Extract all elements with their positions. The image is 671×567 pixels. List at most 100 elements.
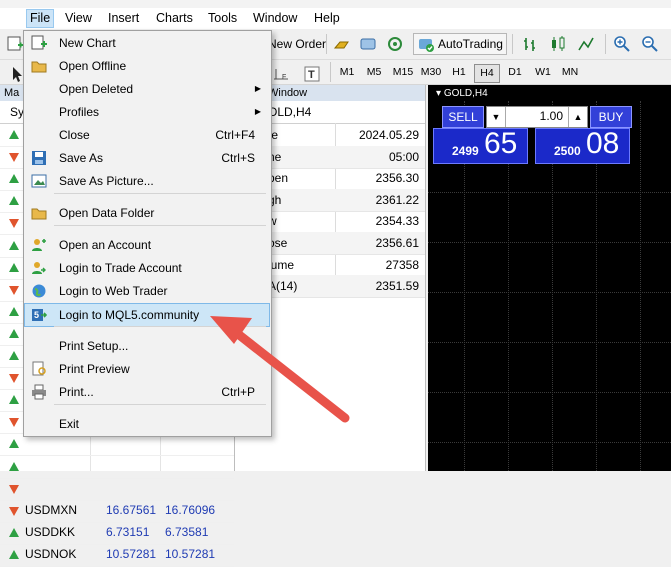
menu-item-login-to-trade-account[interactable]: Login to Trade Account [25, 257, 269, 279]
gold-bars-button[interactable] [333, 33, 351, 55]
menu-item-profiles[interactable]: Profiles ▶ [25, 101, 269, 123]
market-watch-row[interactable] [0, 478, 234, 501]
menu-item-exit[interactable]: Exit [25, 413, 269, 435]
lot-size-value[interactable]: 1.00 [540, 109, 563, 123]
chart-window[interactable]: ▾ GOLD,H4 SELL ▼ 1.00 ▲ BUY 2499 65 2500… [428, 85, 671, 471]
timeframe-m1[interactable]: M1 [335, 64, 359, 81]
symbol-cell: USDMXN [25, 502, 78, 517]
toolbar-separator [605, 34, 606, 54]
line-chart-button[interactable] [577, 33, 595, 55]
submenu-arrow-icon: ▶ [254, 84, 261, 93]
timeframe-h1[interactable]: H1 [447, 64, 471, 81]
menu-tools[interactable]: Tools [205, 10, 240, 27]
menu-item-shortcut: Ctrl+S [221, 151, 255, 165]
menu-item-login-to-web-trader[interactable]: Login to Web Trader [25, 280, 269, 302]
market-watch-row[interactable]: USDDKK 6.73151 6.73581 [0, 522, 234, 545]
data-window-title-text: Window [268, 87, 308, 99]
menu-item-label: Open Offline [59, 59, 127, 73]
lot-size-field[interactable]: ▼ 1.00 ▲ [486, 106, 588, 128]
price-down-icon [9, 418, 19, 428]
symbol-column-header[interactable]: Sy [10, 105, 24, 119]
data-window-label: A(14) [268, 279, 298, 294]
mql5-icon: 5 [32, 309, 47, 321]
autotrading-icon [419, 39, 434, 52]
menu-item-label: Print Preview [59, 362, 130, 376]
price-up-icon [9, 351, 19, 360]
market-watch-row[interactable]: USDNOK 10.57281 10.57281 [0, 544, 234, 567]
menu-item-open-an-account[interactable]: Open an Account [25, 234, 269, 256]
menu-item-close[interactable]: Close Ctrl+F4 [25, 124, 269, 146]
market-watch-row[interactable] [0, 456, 234, 479]
zoom-in-button[interactable] [613, 33, 631, 55]
timeframe-h4[interactable]: H4 [474, 64, 500, 83]
menu-item-open-deleted[interactable]: Open Deleted ▶ [25, 78, 269, 100]
timeframe-mn[interactable]: MN [558, 64, 582, 81]
market-button[interactable] [359, 33, 377, 55]
menu-item-save-as-picture[interactable]: Save As Picture... [25, 170, 269, 192]
new-order-button[interactable]: New Order [268, 33, 326, 55]
new-chart-toolbar-button[interactable] [6, 33, 24, 55]
buy-button[interactable]: BUY [590, 106, 632, 128]
data-window-value: 27358 [385, 257, 419, 272]
ask-quote[interactable]: 2500 08 [535, 127, 630, 164]
market-watch-row[interactable]: USDMXN 16.67561 16.76096 [0, 500, 234, 523]
symbol-cell: USDNOK [25, 546, 77, 561]
timeframe-d1[interactable]: D1 [503, 64, 527, 81]
timeframe-m5[interactable]: M5 [362, 64, 386, 81]
line-chart-icon [578, 37, 594, 51]
ask-price-prefix: 2500 [554, 144, 581, 158]
menu-item-print-setup[interactable]: Print Setup... [25, 335, 269, 357]
menu-separator [54, 326, 266, 327]
sell-button[interactable]: SELL [442, 106, 484, 128]
submenu-arrow-icon: ▶ [254, 107, 261, 116]
bid-quote[interactable]: 2499 65 [433, 127, 528, 164]
timeframe-m15[interactable]: M15 [391, 64, 415, 81]
zoom-in-icon [614, 36, 630, 52]
menu-item-label: Print... [59, 385, 94, 399]
menu-item-label: Login to Trade Account [59, 261, 182, 275]
menu-separator [54, 193, 266, 194]
price-up-icon [9, 549, 19, 559]
menu-item-new-chart[interactable]: New Chart [25, 32, 269, 54]
text-icon: T [304, 66, 320, 82]
text-label-button[interactable]: T [303, 63, 321, 85]
candlestick-button[interactable] [549, 33, 567, 55]
zoom-out-button[interactable] [641, 33, 659, 55]
menu-file[interactable]: File [26, 9, 55, 28]
bid-cell: 10.57281 [106, 546, 157, 561]
menu-item-print[interactable]: Print... Ctrl+P [25, 381, 269, 403]
data-window-value: 05:00 [388, 149, 419, 164]
fibonacci-button[interactable]: F [272, 63, 290, 85]
menu-charts[interactable]: Charts [153, 10, 196, 27]
price-down-icon [9, 374, 19, 384]
menu-help[interactable]: Help [311, 10, 343, 27]
autotrading-button[interactable]: AutoTrading [413, 33, 507, 55]
menu-item-label: Open an Account [59, 238, 152, 252]
menu-item-open-data-folder[interactable]: Open Data Folder [25, 202, 269, 224]
menu-view[interactable]: View [62, 10, 95, 27]
toolbar-separator [326, 34, 327, 54]
folder-open-icon [31, 61, 47, 73]
window-top-strip [0, 0, 671, 8]
lot-increase-icon[interactable]: ▲ [568, 107, 587, 127]
toolbar-separator [330, 62, 331, 82]
price-up-icon [9, 439, 19, 449]
timeframe-m30[interactable]: M30 [419, 64, 443, 81]
menu-item-print-preview[interactable]: Print Preview [25, 358, 269, 380]
bar-chart-button[interactable] [521, 33, 539, 55]
folder-icon [31, 208, 47, 220]
timeframe-w1[interactable]: W1 [531, 64, 555, 81]
file-menu-dropdown: New Chart Open Offline Open Deleted ▶ Profil… [23, 30, 272, 437]
svg-text:F: F [282, 74, 286, 81]
signals-button[interactable] [386, 33, 404, 55]
menu-item-shortcut: Ctrl+F4 [215, 128, 255, 142]
menu-item-save-as[interactable]: Save As Ctrl+S [25, 147, 269, 169]
menu-window[interactable]: Window [250, 10, 300, 27]
menu-item-label: Open Data Folder [59, 206, 155, 220]
new-order-label: New Order [268, 37, 327, 51]
menu-item-label: Print Setup... [59, 339, 129, 353]
menu-item-login-to-mql5-community[interactable]: 5 Login to MQL5.community [24, 303, 270, 327]
menu-insert[interactable]: Insert [105, 10, 142, 27]
lot-decrease-icon[interactable]: ▼ [487, 107, 506, 127]
menu-item-open-offline[interactable]: Open Offline [25, 55, 269, 77]
